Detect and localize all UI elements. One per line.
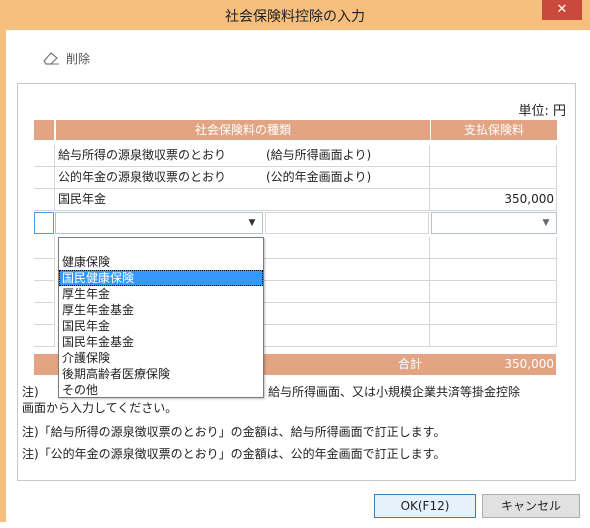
table-cell[interactable] [430,325,557,347]
table-row-amount[interactable]: 350,000 [430,189,557,211]
table-cell[interactable] [430,281,557,303]
note-2: 注)「給与所得の源泉徴収票のとおり」の金額は、給与所得画面で訂正します。 [22,425,446,439]
note-1-line-1: 給与所得画面、又は小規模企業共済等掛金控除 [268,385,521,399]
cancel-button[interactable]: キャンセル [482,494,580,518]
insurance-type-dropdown[interactable]: 健康保険 国民健康保険 厚生年金 厚生年金基金 国民年金 国民年金基金 介護保険… [58,237,264,398]
dropdown-option[interactable]: 健康保険 [59,254,263,270]
ok-button[interactable]: OK(F12) [374,494,476,518]
header-corner [34,120,54,140]
row-selector[interactable] [34,303,55,325]
header-type: 社会保険料の種類 [55,120,430,140]
row-selector[interactable] [34,189,55,211]
delete-button[interactable]: 削除 [42,48,90,68]
window-title: 社会保険料控除の入力 [225,9,365,25]
table-cell[interactable] [430,259,557,281]
chevron-down-icon[interactable]: ▼ [245,216,259,230]
row-selector[interactable] [34,259,55,281]
insurance-type-select[interactable]: ▼ [55,212,263,234]
table-cell[interactable] [262,259,430,281]
dropdown-option[interactable]: 厚生年金 [59,286,263,302]
table-row-note: (公的年金画面より) [266,167,430,189]
table-cell[interactable] [262,303,430,325]
delete-label: 削除 [66,51,91,66]
table-cell[interactable] [430,303,557,325]
row-selector[interactable] [34,145,55,167]
header-amount: 支払保険料 [430,120,557,140]
dropdown-option-selected[interactable]: 国民健康保険 [59,270,263,286]
dropdown-option[interactable]: 厚生年金基金 [59,302,263,318]
dropdown-option[interactable]: 国民年金基金 [59,334,263,350]
table-cell[interactable] [262,237,430,259]
total-value: 350,000 [504,357,554,371]
dropdown-option[interactable]: 介護保険 [59,350,263,366]
table-cell[interactable] [262,325,430,347]
table-row-type: 給与所得の源泉徴収票のとおり [55,145,267,167]
table-row-type: 公的年金の源泉徴収票のとおり [55,167,267,189]
row-selector[interactable] [34,237,55,259]
table-row-amount [430,145,557,167]
table-row-note: (給与所得画面より) [266,145,430,167]
close-icon: ✕ [556,2,568,17]
row-selector[interactable] [34,167,55,189]
dropdown-option[interactable]: 後期高齢者医療保険 [59,366,263,382]
row-selector-active[interactable] [34,212,54,234]
dropdown-option[interactable]: 国民年金 [59,318,263,334]
title-bar[interactable]: 社会保険料控除の入力 ✕ [0,0,590,30]
dropdown-option[interactable] [59,238,263,254]
note-field[interactable] [265,212,429,234]
unit-label: 単位: 円 [518,104,566,119]
amount-select[interactable]: ▼ [431,212,557,234]
note-3: 注)「公的年金の源泉徴収票のとおり」の金額は、公的年金画面で訂正します。 [22,447,446,461]
table-cell[interactable] [430,237,557,259]
total-label: 合計 [398,357,423,371]
note-1-prefix: 注) [22,385,39,399]
table-row-type: 国民年金 [55,189,267,211]
close-button[interactable]: ✕ [542,0,582,20]
table-row-note [266,189,430,211]
eraser-icon [42,50,60,66]
chevron-down-icon[interactable]: ▼ [539,216,553,230]
note-1-line-2: 画面から入力してください。 [22,401,178,415]
table-cell[interactable] [262,281,430,303]
row-selector[interactable] [34,325,55,347]
table-row-amount [430,167,557,189]
dropdown-option[interactable]: その他 [59,382,263,398]
row-selector[interactable] [34,281,55,303]
